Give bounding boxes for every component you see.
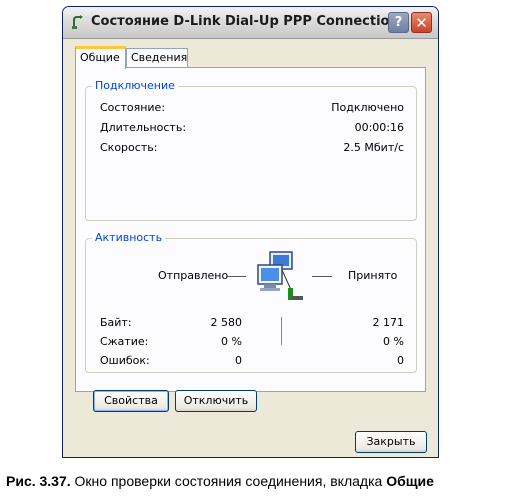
received-line	[312, 276, 332, 277]
tab-panel-general: Подключение Состояние: Подключено Длител…	[75, 67, 426, 412]
caption-prefix: Рис. 3.37.	[6, 473, 71, 489]
speed-label: Скорость:	[100, 141, 158, 154]
compression-received: 0 %	[383, 335, 404, 348]
compression-label: Сжатие:	[100, 335, 149, 348]
status-value: Подключено	[331, 101, 404, 114]
connection-group: Подключение Состояние: Подключено Длител…	[85, 79, 417, 221]
help-button[interactable]: ?	[388, 12, 409, 33]
errors-received: 0	[397, 354, 404, 367]
duration-value: 00:00:16	[354, 121, 404, 134]
close-window-button[interactable]: ✕	[411, 12, 432, 33]
close-button[interactable]: Закрыть	[355, 431, 427, 453]
bytes-label: Байт:	[100, 316, 132, 329]
errors-sent: 0	[235, 354, 242, 367]
errors-label: Ошибок:	[100, 354, 150, 367]
sent-label: Отправлено	[158, 269, 229, 282]
connection-group-title: Подключение	[92, 79, 178, 92]
tab-details[interactable]: Сведения	[126, 48, 188, 67]
properties-button[interactable]: Свойства	[93, 390, 169, 412]
caption-text: Окно проверки состояния соединения, вкла…	[70, 473, 387, 489]
status-label: Состояние:	[100, 101, 166, 114]
disconnect-button[interactable]: Отключить	[175, 390, 257, 412]
figure-caption: Рис. 3.37. Окно проверки состояния соеди…	[6, 473, 434, 489]
compression-sent: 0 %	[221, 335, 242, 348]
sent-line	[226, 276, 246, 277]
bytes-sent: 2 580	[210, 316, 243, 329]
caption-bold: Общие	[386, 473, 434, 489]
duration-label: Длительность:	[100, 121, 187, 134]
received-label: Принято	[348, 269, 398, 282]
tab-general[interactable]: Общие	[75, 46, 126, 69]
title-bar[interactable]: Состояние D-Link Dial-Up PPP Connection …	[63, 7, 438, 39]
bytes-received: 2 171	[372, 316, 405, 329]
network-activity-icon	[257, 251, 303, 300]
activity-group-title: Активность	[92, 231, 166, 244]
window-title: Состояние D-Link Dial-Up PPP Connection	[91, 14, 399, 29]
status-dialog: Состояние D-Link Dial-Up PPP Connection …	[62, 6, 439, 458]
activity-divider	[281, 317, 282, 345]
activity-group: Активность Отправлено Принято Байт: 2 58…	[85, 231, 417, 373]
network-connection-icon	[72, 15, 83, 29]
speed-value: 2.5 Мбит/с	[343, 141, 404, 154]
